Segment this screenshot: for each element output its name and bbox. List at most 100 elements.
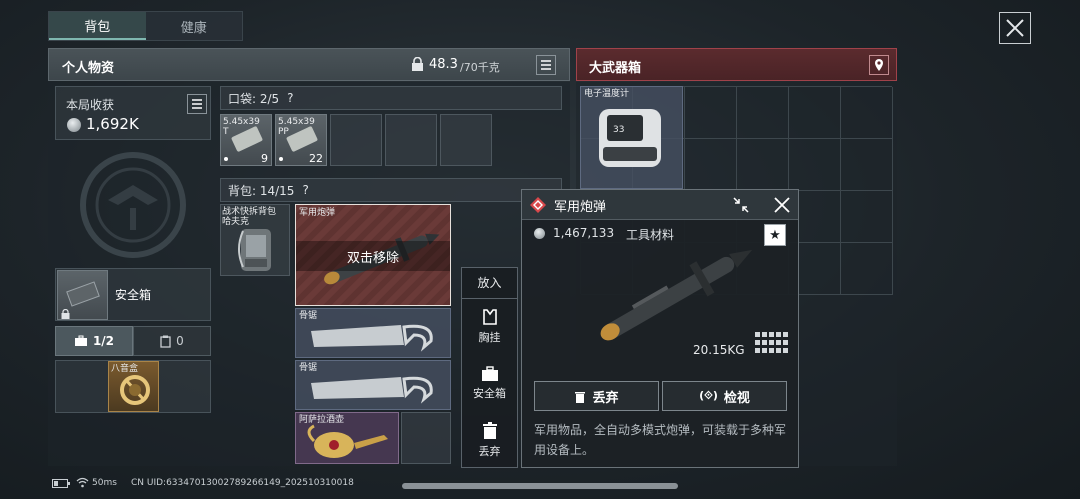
backpack-item[interactable]: 战术快拆背包 哈夫克 bbox=[220, 204, 290, 276]
popup-price: 1,467,133 bbox=[553, 226, 615, 240]
other-count: 0 bbox=[176, 334, 184, 348]
pocket-slot-1[interactable]: 5.45x39 T 9 bbox=[220, 114, 272, 166]
bone-saw-icon bbox=[311, 324, 433, 352]
coin-icon bbox=[534, 228, 545, 239]
earnings-label: 本局收获 bbox=[66, 98, 115, 112]
pocket-slot-2[interactable]: 5.45x39 PP 22 bbox=[275, 114, 327, 166]
tab-other-count[interactable]: 0 bbox=[133, 326, 211, 356]
case-count: 1/2 bbox=[92, 334, 115, 348]
ammo-count: 22 bbox=[309, 152, 323, 165]
backpack-item-name: 战术快拆背包 bbox=[222, 207, 277, 217]
military-shell-tile[interactable]: 军用炮弹 双击移除 bbox=[295, 204, 451, 306]
close-button[interactable] bbox=[999, 12, 1031, 44]
ammo-sub: PP bbox=[278, 127, 289, 137]
chest-rig-label: 胸挂 bbox=[478, 331, 501, 344]
popup-title: 军用炮弹 bbox=[554, 200, 607, 215]
pocket-slot-4[interactable] bbox=[385, 114, 437, 166]
collapse-icon[interactable] bbox=[732, 196, 750, 214]
ammo-sub: T bbox=[223, 127, 229, 137]
briefcase-icon bbox=[481, 366, 498, 381]
remove-hint: 双击移除 bbox=[346, 250, 399, 266]
pockets-label: 口袋: 2/5 bbox=[228, 91, 280, 106]
popup-description: 军用物品，全自动多模式炮弹，可装载于多种军用设备上。 bbox=[534, 423, 787, 457]
discard-label: 丢弃 bbox=[592, 390, 619, 406]
list-icon bbox=[541, 60, 551, 70]
lock-icon bbox=[412, 57, 423, 71]
earnings-list-button[interactable] bbox=[187, 94, 207, 114]
inspect-icon: (⟐) bbox=[699, 389, 718, 402]
bone-saw-2-tile[interactable]: 骨锯 bbox=[295, 360, 451, 410]
personal-title: 个人物资 bbox=[62, 61, 115, 76]
shell-large-icon bbox=[600, 249, 753, 341]
svg-text:33: 33 bbox=[613, 125, 624, 135]
thermometer-tile[interactable]: 电子温度计 33 bbox=[580, 86, 683, 189]
clipboard-icon bbox=[160, 335, 171, 348]
personal-header: 个人物资 48.3 /70千克 bbox=[48, 48, 570, 81]
music-box-icon bbox=[120, 375, 150, 405]
uid: CN UID:6334701300278926614​9_20251031001… bbox=[131, 478, 354, 488]
menu-safebox[interactable]: 安全箱 bbox=[462, 366, 517, 406]
backpack-bar: 背包: 14/15 ? bbox=[220, 178, 562, 202]
weight-limit: /70千克 bbox=[460, 61, 500, 74]
pockets-help-icon[interactable]: ? bbox=[287, 91, 293, 105]
discard-button[interactable]: 丢弃 bbox=[534, 381, 659, 411]
remove-hint-overlay: 双击移除 bbox=[296, 241, 450, 271]
safebox-item bbox=[57, 270, 108, 320]
tab-case-count[interactable]: 1/2 bbox=[55, 326, 133, 356]
wifi-icon bbox=[76, 477, 89, 488]
inspect-label: 检视 bbox=[723, 390, 750, 406]
coin-icon bbox=[67, 118, 81, 132]
top-tabs: 背包 健康 bbox=[48, 11, 243, 41]
thermometer-label: 电子温度计 bbox=[584, 89, 630, 99]
size-grid-icon bbox=[755, 332, 788, 353]
menu-chest-rig[interactable]: 胸挂 bbox=[462, 308, 517, 348]
earnings-value: 1,692K bbox=[86, 115, 139, 133]
case-content: 八音盒 bbox=[55, 360, 211, 413]
location-pin-icon bbox=[875, 59, 883, 71]
dot-icon bbox=[279, 157, 283, 161]
close-icon[interactable] bbox=[772, 195, 792, 215]
pocket-slot-3[interactable] bbox=[330, 114, 382, 166]
battery-icon bbox=[52, 479, 70, 488]
personal-list-button[interactable] bbox=[536, 55, 556, 75]
ammo-box-icon bbox=[230, 125, 264, 153]
golden-flask-icon bbox=[307, 424, 388, 458]
bone-saw-1-tile[interactable]: 骨锯 bbox=[295, 308, 451, 358]
empty-slot[interactable] bbox=[401, 412, 451, 464]
home-indicator[interactable] bbox=[402, 483, 678, 489]
safebox-label: 安全箱 bbox=[115, 288, 152, 302]
dot-icon bbox=[224, 157, 228, 161]
pocket-slot-5[interactable] bbox=[440, 114, 492, 166]
tab-health[interactable]: 健康 bbox=[146, 12, 243, 40]
ping: 50ms bbox=[92, 478, 117, 488]
close-icon bbox=[1006, 19, 1024, 37]
popup-header: 军用炮弹 bbox=[522, 190, 798, 220]
item-detail-popup: 军用炮弹 1,467,133 工具材料 ★ 20.15KG 丢弃 (⟐) 检视 … bbox=[521, 189, 799, 468]
discard-menu-label: 丢弃 bbox=[478, 445, 501, 458]
thermometer-icon: 33 bbox=[599, 109, 661, 167]
tab-backpack[interactable]: 背包 bbox=[49, 12, 146, 40]
safebox-slot[interactable]: 安全箱 bbox=[55, 268, 211, 321]
briefcase-icon bbox=[74, 335, 87, 346]
music-box-item[interactable]: 八音盒 bbox=[108, 361, 159, 412]
crate-location-button[interactable] bbox=[869, 55, 889, 75]
chest-rig-icon bbox=[482, 309, 497, 325]
trash-icon bbox=[482, 422, 497, 439]
crate-header: 大武器箱 bbox=[576, 48, 897, 81]
lock-icon bbox=[61, 309, 70, 319]
rarity-diamond-icon bbox=[530, 197, 546, 213]
menu-discard[interactable]: 丢弃 bbox=[462, 422, 517, 462]
backpack-help-icon[interactable]: ? bbox=[302, 183, 308, 197]
safebox-menu-label: 安全箱 bbox=[473, 387, 506, 400]
action-side-menu: 放入 胸挂 安全箱 丢弃 bbox=[461, 267, 518, 468]
list-icon bbox=[192, 99, 202, 109]
backpack-label: 背包: 14/15 bbox=[228, 183, 295, 198]
earnings-box: 本局收获 1,692K bbox=[55, 86, 211, 140]
pockets-bar: 口袋: 2/5 ? bbox=[220, 86, 562, 110]
inspect-button[interactable]: (⟐) 检视 bbox=[662, 381, 787, 411]
crate-title: 大武器箱 bbox=[589, 61, 642, 76]
lamp-tile[interactable]: 阿萨拉酒壶 bbox=[295, 412, 399, 464]
tactical-backpack-icon bbox=[238, 229, 271, 271]
popup-weight: 20.15KG bbox=[693, 343, 745, 357]
bone-saw-icon bbox=[311, 376, 433, 404]
